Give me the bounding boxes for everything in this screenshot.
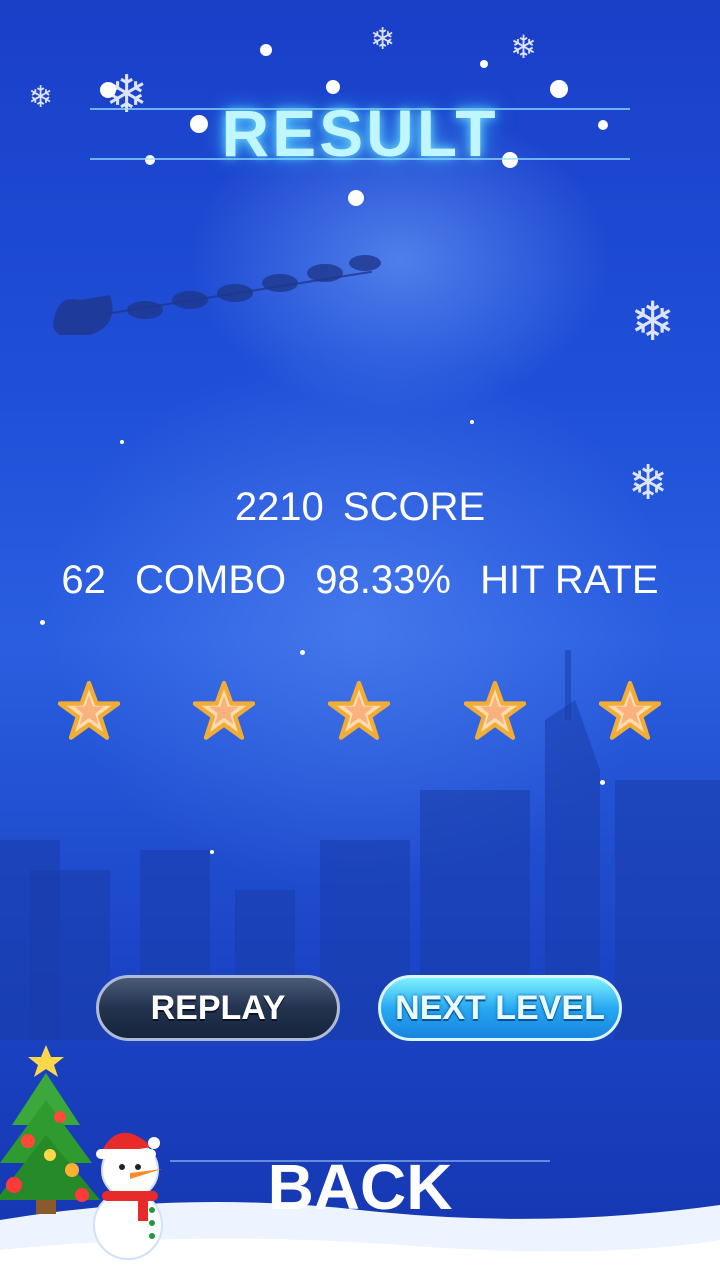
stats-line: 62 COMBO 98.33% HIT RATE [0, 558, 720, 603]
combo-value: 62 [61, 558, 106, 602]
combo-label: COMBO [135, 558, 287, 602]
score-value: 2210 [234, 485, 324, 529]
snowflake-icon: ❄ [510, 28, 537, 66]
replay-button[interactable]: REPLAY [96, 975, 340, 1041]
snow-dot [120, 440, 124, 444]
snow-dot [40, 620, 45, 625]
score-line: 2210 SCORE [0, 485, 720, 530]
star-icon [464, 680, 526, 740]
snow-dot [480, 60, 488, 68]
snow-dot [326, 80, 340, 94]
hit-rate-label: HIT RATE [480, 558, 659, 602]
score-label: SCORE [342, 485, 486, 529]
hit-rate-value: 98.33% [315, 558, 451, 602]
snowflake-icon: ❄ [630, 290, 676, 353]
next-level-button[interactable]: NEXT LEVEL [378, 975, 622, 1041]
star-icon [193, 680, 255, 740]
snow-dot [600, 780, 605, 785]
result-screen: ❄ ❄ ❄ ❄ ❄ ❄ RESULT 2210 SCORE 62 COMBO 9… [0, 0, 720, 1280]
snowflake-icon: ❄ [370, 22, 396, 57]
sleigh-silhouette [53, 255, 381, 335]
star-icon [58, 680, 120, 740]
snow-dot [260, 44, 272, 56]
snow-dot [300, 650, 305, 655]
star-icon [328, 680, 390, 740]
star-icon [599, 680, 661, 740]
page-title: RESULT [221, 96, 499, 170]
snow-dot [470, 420, 474, 424]
snowman-icon [93, 1132, 163, 1260]
snow-dot [348, 190, 364, 206]
snow-dot [210, 850, 214, 854]
